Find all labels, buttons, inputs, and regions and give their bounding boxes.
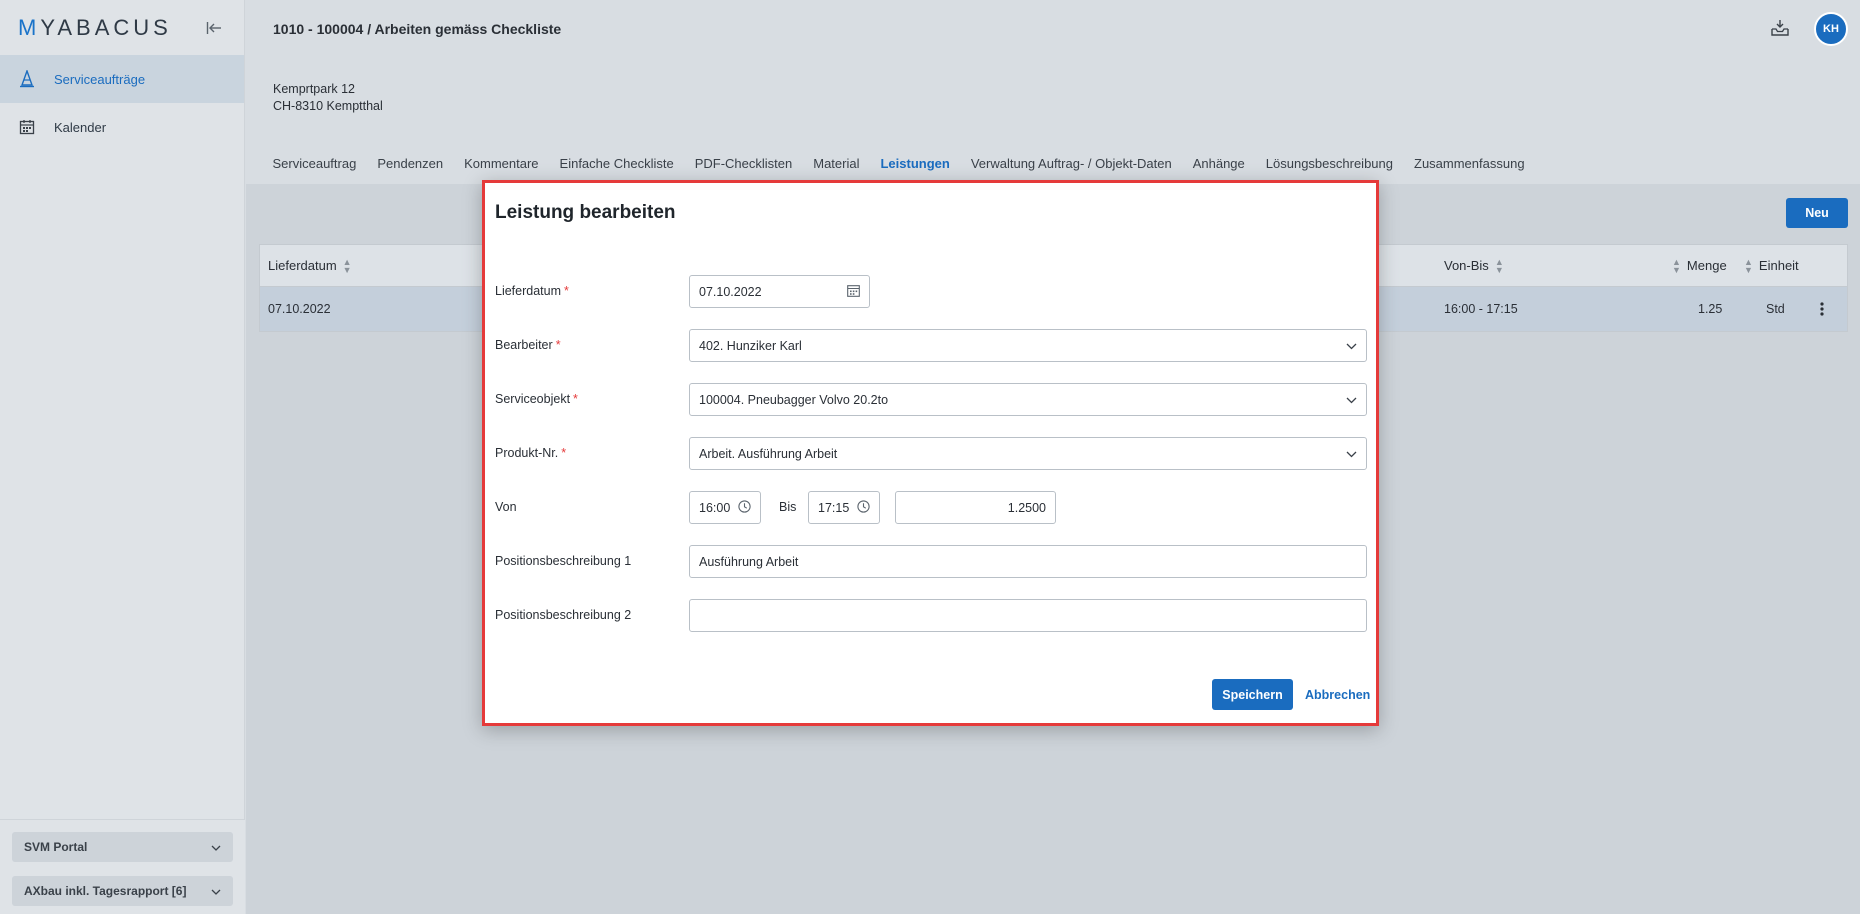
chevron-down-icon — [1346, 447, 1357, 461]
topbar-actions: KH — [1770, 12, 1848, 46]
tab-serviceauftrag[interactable]: Serviceauftrag — [262, 148, 367, 183]
logo-row: MYABACUS — [0, 0, 244, 55]
portal-label: SVM Portal — [24, 840, 88, 854]
sidebar-bottom: SVM Portal AXbau inkl. Tagesrapport [6] — [0, 819, 245, 914]
column-header-einheit[interactable]: ▲ ▼ Einheit — [1744, 245, 1799, 286]
column-header-lieferdatum[interactable]: Lieferdatum ▲ ▼ — [268, 245, 352, 286]
label-von: Von — [495, 500, 517, 514]
chevron-down-icon — [1346, 393, 1357, 407]
more-options-icon[interactable] — [1820, 287, 1824, 331]
column-header-von-bis[interactable]: Von-Bis ▲ ▼ — [1444, 245, 1504, 286]
address-block: Kemprtpark 12 CH-8310 Kemptthal — [273, 81, 383, 115]
sidebar-item-kalender[interactable]: Kalender — [0, 103, 244, 151]
cell-einheit: Std — [1766, 302, 1785, 316]
calendar-icon[interactable] — [847, 284, 860, 300]
sidebar: MYABACUS Serviceaufträge Kalender SVM Po… — [0, 0, 245, 914]
portal-label: AXbau inkl. Tagesrapport [6] — [24, 884, 187, 898]
tab-anhaenge[interactable]: Anhänge — [1182, 148, 1255, 183]
cell-menge: 1.25 — [1698, 302, 1723, 316]
label-bis: Bis — [779, 500, 797, 514]
tab-material[interactable]: Material — [803, 148, 870, 183]
cancel-button[interactable]: Abbrechen — [1305, 679, 1370, 710]
lieferdatum-input[interactable]: 07.10.2022 — [689, 275, 870, 308]
chevron-down-icon — [211, 840, 221, 854]
tab-loesungsbeschreibung[interactable]: Lösungsbeschreibung — [1255, 148, 1403, 183]
label-lieferdatum: Lieferdatum * — [495, 284, 569, 298]
collapse-sidebar-icon[interactable] — [203, 17, 225, 39]
chevron-down-icon — [1346, 339, 1357, 353]
positionsbeschreibung-2-input[interactable] — [689, 599, 1367, 632]
column-header-menge[interactable]: ▲ ▼ Menge — [1672, 245, 1727, 286]
app-logo: MYABACUS — [18, 14, 172, 40]
tab-zusammenfassung[interactable]: Zusammenfassung — [1404, 148, 1536, 183]
sidebar-item-label: Serviceaufträge — [54, 71, 146, 87]
new-button[interactable]: Neu — [1786, 198, 1848, 228]
bearbeiter-select[interactable]: 402. Hunziker Karl — [689, 329, 1367, 362]
tab-leistungen[interactable]: Leistungen — [869, 148, 961, 183]
cone-icon — [18, 70, 36, 88]
label-positionsbeschreibung-1: Positionsbeschreibung 1 — [495, 554, 632, 568]
avatar[interactable]: KH — [1814, 12, 1848, 46]
positionsbeschreibung-1-input[interactable]: Ausführung Arbeit — [689, 545, 1367, 578]
sidebar-item-label: Kalender — [54, 119, 107, 135]
sort-icon: ▲ ▼ — [1744, 256, 1753, 275]
menge-input[interactable]: 1.2500 — [895, 491, 1056, 524]
tab-kommentare[interactable]: Kommentare — [454, 148, 549, 183]
von-time-input[interactable]: 16:00 — [689, 491, 761, 524]
sort-icon: ▲ ▼ — [342, 256, 352, 275]
address-line-1: Kemprtpark 12 — [273, 82, 355, 96]
bis-time-input[interactable]: 17:15 — [808, 491, 880, 524]
cell-lieferdatum: 07.10.2022 — [268, 302, 331, 316]
dialog-title: Leistung bearbeiten — [495, 202, 676, 223]
address-line-2: CH-8310 Kemptthal — [273, 99, 383, 113]
sort-icon: ▲ ▼ — [1672, 256, 1681, 275]
tab-einfache-checkliste[interactable]: Einfache Checkliste — [549, 148, 684, 183]
calendar-icon — [18, 118, 36, 136]
tab-bar: Serviceauftrag Pendenzen Kommentare Einf… — [262, 148, 1535, 183]
produkt-nr-select[interactable]: Arbeit. Ausführung Arbeit — [689, 437, 1367, 470]
label-positionsbeschreibung-2: Positionsbeschreibung 2 — [495, 608, 632, 622]
portal-select-svm[interactable]: SVM Portal — [12, 832, 233, 862]
serviceobjekt-select[interactable]: 100004. Pneubagger Volvo 20.2to — [689, 383, 1367, 416]
topbar: 1010 - 100004 / Arbeiten gemäss Checklis… — [246, 0, 1860, 58]
label-bearbeiter: Bearbeiter * — [495, 338, 561, 352]
portal-select-axbau[interactable]: AXbau inkl. Tagesrapport [6] — [12, 876, 233, 906]
label-produkt-nr: Produkt-Nr. * — [495, 446, 567, 460]
chevron-down-icon — [211, 884, 221, 898]
tab-pdf-checklisten[interactable]: PDF-Checklisten — [684, 148, 803, 183]
edit-leistung-dialog: Leistung bearbeiten Lieferdatum * 07.10.2… — [482, 180, 1379, 726]
page-title: 1010 - 100004 / Arbeiten gemäss Checklis… — [273, 21, 562, 37]
download-tray-icon[interactable] — [1770, 19, 1790, 40]
clock-icon[interactable] — [738, 499, 751, 516]
clock-icon[interactable] — [857, 499, 870, 516]
sidebar-item-serviceauftraege[interactable]: Serviceaufträge — [0, 55, 244, 103]
tab-pendenzen[interactable]: Pendenzen — [367, 148, 454, 183]
sort-icon: ▲ ▼ — [1494, 256, 1504, 275]
label-serviceobjekt: Serviceobjekt * — [495, 392, 578, 406]
cell-von-bis: 16:00 - 17:15 — [1444, 302, 1518, 316]
save-button[interactable]: Speichern — [1212, 679, 1293, 710]
tab-verwaltung[interactable]: Verwaltung Auftrag- / Objekt-Daten — [960, 148, 1182, 183]
